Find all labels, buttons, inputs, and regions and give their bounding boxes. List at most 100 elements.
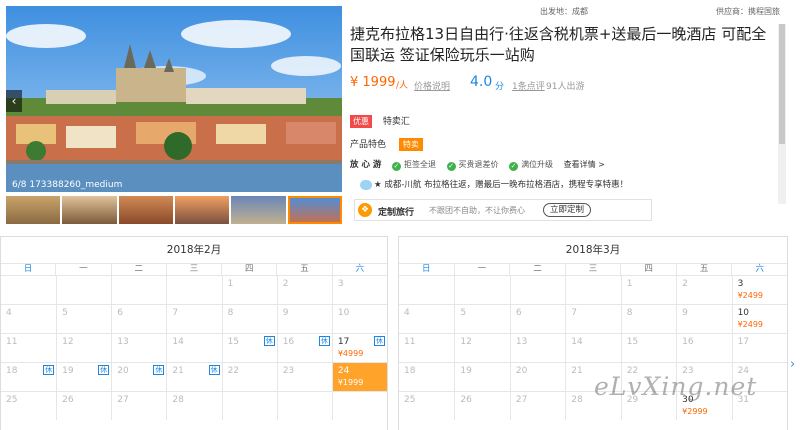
day-number: 16 <box>682 337 694 347</box>
day-number: 4 <box>404 308 410 318</box>
calendar-day <box>331 391 387 420</box>
custom-trip-button[interactable]: 立即定制 <box>543 203 592 217</box>
day-number: 20 <box>117 366 129 376</box>
calendar-day: 9 <box>676 304 732 333</box>
promo-text[interactable]: 特卖汇 <box>383 117 410 127</box>
day-number: 11 <box>404 337 416 347</box>
weekday-header: 日 一 二 三 四 五 六 <box>399 263 787 275</box>
price-note-link[interactable]: 价格说明 <box>414 79 450 92</box>
calendar-day: 11 <box>1 333 57 362</box>
day-number: 24 <box>337 366 350 376</box>
product-header: 6/8 173388260_medium ‹ 出发地：成都 供应商：携程国旅 捷… <box>0 0 800 228</box>
calendar-day-available[interactable]: 17 ¥4999 休 <box>331 333 387 362</box>
thumbnail[interactable] <box>231 196 286 224</box>
chevron-left-icon[interactable]: ‹ <box>6 90 22 112</box>
calendar-day <box>56 275 112 304</box>
day-price: ¥2999 <box>682 407 708 416</box>
weekday: 二 <box>509 264 565 275</box>
calendar-day: 14 <box>565 333 621 362</box>
day-number: 10 <box>737 308 750 318</box>
weekday-header: 日 一 二 三 四 五 六 <box>1 263 387 275</box>
calendar-grid: 1 2 3 4 5 6 7 8 9 10 11 12 13 14 15 休 16 休 17 ¥4999 休 18 休 19 休 2… <box>1 275 387 420</box>
calendar-day: 14 <box>166 333 222 362</box>
price-row: ¥ 1999 /人 价格说明 4.0 分 1条点评 91人出游 <box>350 74 780 94</box>
holiday-badge: 休 <box>318 336 330 346</box>
day-number: 16 <box>282 337 295 347</box>
day-number: 6 <box>117 308 124 318</box>
custom-trip-bar: ❖ 定制旅行 不跟团不自助，不让你费心 立即定制 <box>354 199 652 221</box>
thumbnail[interactable] <box>118 196 173 224</box>
calendar-day: 27 <box>111 391 167 420</box>
holiday-badge: 休 <box>263 336 275 346</box>
weekday: 三 <box>165 264 221 275</box>
calendar-day: 19 <box>454 362 510 391</box>
calendar-day-available[interactable]: 10 ¥2499 <box>731 304 787 333</box>
thumbnail[interactable] <box>174 196 230 224</box>
holiday-badge: 休 <box>98 365 110 375</box>
calendar-day: 28 <box>166 391 222 420</box>
calendar-day: 5 <box>454 304 510 333</box>
calendar-day: 21 休 <box>166 362 222 391</box>
day-number: 26 <box>62 395 74 405</box>
scrollbar-thumb[interactable] <box>779 24 785 144</box>
day-number: 3 <box>337 279 344 289</box>
weekday: 五 <box>276 264 331 275</box>
holiday-badge: 休 <box>153 365 165 375</box>
calendar-day: 4 <box>1 304 57 333</box>
thumbnail[interactable] <box>62 196 117 224</box>
thumbnail-strip <box>6 196 342 224</box>
calendar-day: 2 <box>276 275 332 304</box>
weekday: 一 <box>453 264 510 275</box>
promo-row: 优惠 特卖汇 <box>350 114 410 128</box>
price: ¥ 1999 <box>350 75 396 90</box>
calendar-day <box>509 275 566 304</box>
day-number: 15 <box>227 337 240 347</box>
weekday: 日 <box>422 264 431 274</box>
chevron-right-icon[interactable]: › <box>790 356 800 374</box>
day-number: 19 <box>62 366 74 376</box>
day-number: 27 <box>515 395 528 405</box>
day-number: 28 <box>571 395 583 405</box>
calendar-day: 4 <box>399 304 455 333</box>
day-number: 25 <box>6 395 18 405</box>
day-number: 18 <box>6 366 18 376</box>
weekday: 六 <box>731 264 787 275</box>
main-photo[interactable]: 6/8 173388260_medium <box>6 6 342 192</box>
scrollbar[interactable] <box>778 24 786 204</box>
check-icon: ✓ <box>509 162 519 171</box>
promo-tag: 优惠 <box>350 115 372 128</box>
day-number: 5 <box>62 308 68 318</box>
details-link[interactable]: 查看详情 > <box>564 160 605 169</box>
weekday: 五 <box>675 264 732 275</box>
thumbnail[interactable] <box>6 196 61 224</box>
holiday-badge: 休 <box>373 336 385 346</box>
reviews-link[interactable]: 1条点评 <box>512 79 545 92</box>
calendar-day <box>111 275 167 304</box>
weekday: 日 <box>23 264 33 274</box>
day-number: 22 <box>227 366 240 376</box>
calendar-day: 13 <box>111 333 167 362</box>
day-number: 19 <box>460 366 472 376</box>
calendar-day: 23 <box>276 362 332 391</box>
day-number: 8 <box>626 308 633 318</box>
calendar-day <box>1 275 57 304</box>
day-number: 14 <box>172 337 184 347</box>
price-unit: /人 <box>396 81 409 91</box>
departed-count: 91人出游 <box>546 82 585 92</box>
weekday: 二 <box>110 264 166 275</box>
day-number: 2 <box>682 279 688 289</box>
day-number: 27 <box>117 395 129 405</box>
custom-trip-desc: 不跟团不自助，不让你费心 <box>429 206 525 215</box>
day-number: 9 <box>282 308 289 318</box>
custom-trip-icon: ❖ <box>358 203 372 217</box>
assurance-item: ✓ 拒签全退 <box>391 160 436 171</box>
calendar-day: 15 休 <box>221 333 277 362</box>
meta-row: 出发地：成都 供应商：携程国旅 <box>348 6 788 18</box>
calendar-day-available[interactable]: 3 ¥2499 <box>731 275 787 304</box>
day-number: 28 <box>172 395 184 405</box>
thumbnail-active[interactable] <box>287 196 342 224</box>
product-info: 出发地：成都 供应商：携程国旅 捷克布拉格13日自由行·往返含税机票+送最后一晚… <box>348 0 788 228</box>
day-number: 5 <box>460 308 467 318</box>
calendar-day-available[interactable]: 24 ¥1999 <box>331 362 387 391</box>
day-price: ¥2499 <box>737 320 764 329</box>
